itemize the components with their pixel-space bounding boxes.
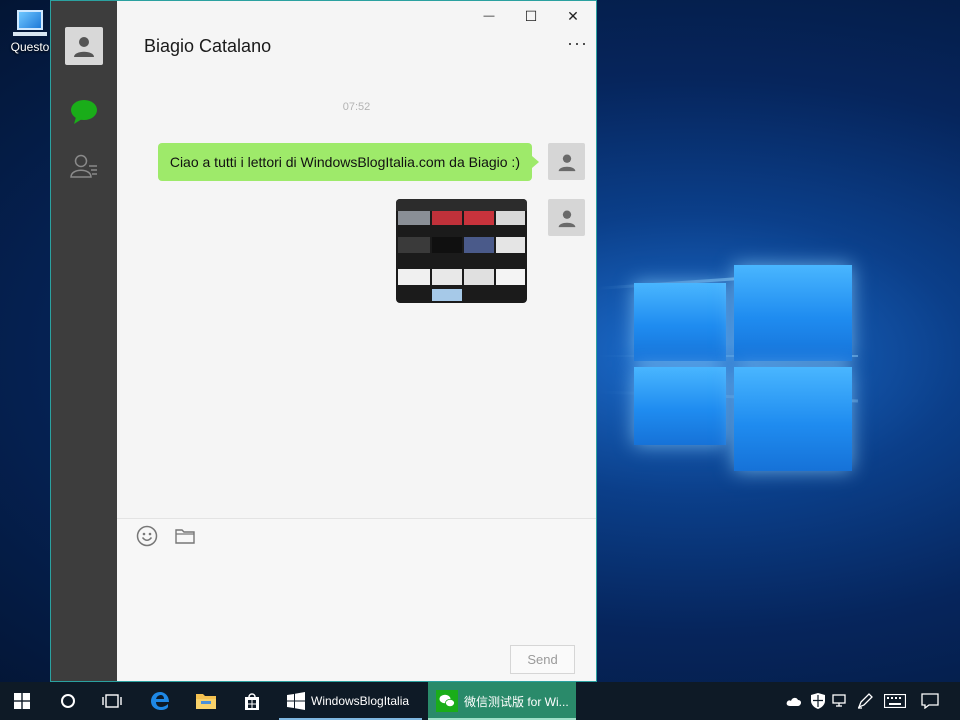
network-tray-button[interactable] (830, 682, 850, 720)
profile-avatar[interactable] (65, 27, 103, 65)
send-file-button[interactable] (174, 525, 196, 547)
image-message[interactable] (396, 199, 527, 303)
task-view-icon (102, 694, 122, 708)
edge-taskbar-button[interactable] (138, 682, 182, 720)
folder-icon (196, 694, 216, 709)
taskbar-app-label: WindowsBlogItalia (311, 694, 410, 708)
cortana-icon (61, 694, 75, 708)
avatar-icon (74, 37, 94, 57)
emoji-icon (136, 525, 158, 547)
avatar-icon (558, 154, 575, 171)
notification-icon (921, 693, 939, 709)
message-timestamp: 07:52 (342, 101, 371, 113)
taskbar: WindowsBlogItalia 微信测试版 for Wi... (0, 682, 960, 720)
message-composer[interactable]: Send (117, 519, 596, 681)
folder-icon (175, 529, 195, 544)
sender-avatar[interactable] (548, 199, 585, 236)
maximize-icon: ☐ (524, 7, 538, 24)
message-bubble[interactable]: Ciao a tutti i lettori di WindowsBlogIta… (157, 143, 540, 181)
file-explorer-taskbar-button[interactable] (184, 682, 228, 720)
onedrive-tray-button[interactable] (784, 682, 804, 720)
action-center-button[interactable] (916, 682, 944, 720)
store-taskbar-button[interactable] (230, 682, 274, 720)
wechat-window: — ☐ ✕ Biagio Catalano ··· 07:52 Ciao a t… (50, 0, 597, 682)
contacts-tab[interactable] (70, 153, 98, 179)
windows-start-icon (14, 693, 30, 709)
taskbar-app-label: 微信测试版 for Wi... (464, 694, 569, 709)
avatar-icon (558, 210, 575, 227)
wechat-icon (436, 690, 458, 712)
windows-logo (600, 245, 860, 475)
touch-keyboard-tray-button[interactable] (882, 682, 908, 720)
send-button[interactable]: Send (510, 645, 575, 674)
taskbar-app-wechat[interactable]: 微信测试版 for Wi... (428, 682, 576, 720)
task-view-button[interactable] (90, 682, 134, 720)
taskbar-app-windowsblogitalia[interactable]: WindowsBlogItalia (279, 682, 422, 720)
contact-name: Biagio Catalano (144, 36, 272, 56)
start-button[interactable] (0, 682, 44, 720)
close-icon: ✕ (567, 7, 579, 24)
defender-tray-button[interactable] (808, 682, 828, 720)
this-pc-desktop-icon[interactable]: Questo (6, 10, 54, 54)
edge-icon (151, 692, 169, 710)
keyboard-icon (884, 694, 906, 708)
close-button[interactable]: ✕ (557, 5, 589, 27)
network-icon (832, 694, 846, 707)
search-button[interactable] (46, 682, 90, 720)
shield-icon (811, 693, 825, 709)
computer-icon (13, 10, 47, 36)
cloud-icon (786, 697, 802, 706)
pen-tray-button[interactable] (855, 682, 875, 720)
pen-icon (857, 693, 873, 709)
desktop-icon-label: Questo (10, 40, 50, 54)
message-list[interactable]: 07:52 Ciao a tutti i lettori di WindowsB… (117, 81, 596, 518)
chat-icon (71, 100, 97, 124)
sender-avatar[interactable] (548, 143, 585, 180)
emoji-button[interactable] (136, 525, 158, 547)
store-icon (245, 693, 259, 710)
minimize-icon: — (483, 10, 495, 22)
navigation-rail (51, 1, 117, 681)
minimize-button[interactable]: — (473, 5, 505, 27)
windows-logo-icon (287, 692, 305, 710)
contacts-icon (70, 154, 97, 178)
window-titlebar[interactable]: — ☐ ✕ (117, 1, 596, 31)
chats-tab[interactable] (70, 99, 98, 125)
maximize-button[interactable]: ☐ (515, 5, 547, 27)
more-options-button[interactable]: ··· (567, 33, 588, 54)
